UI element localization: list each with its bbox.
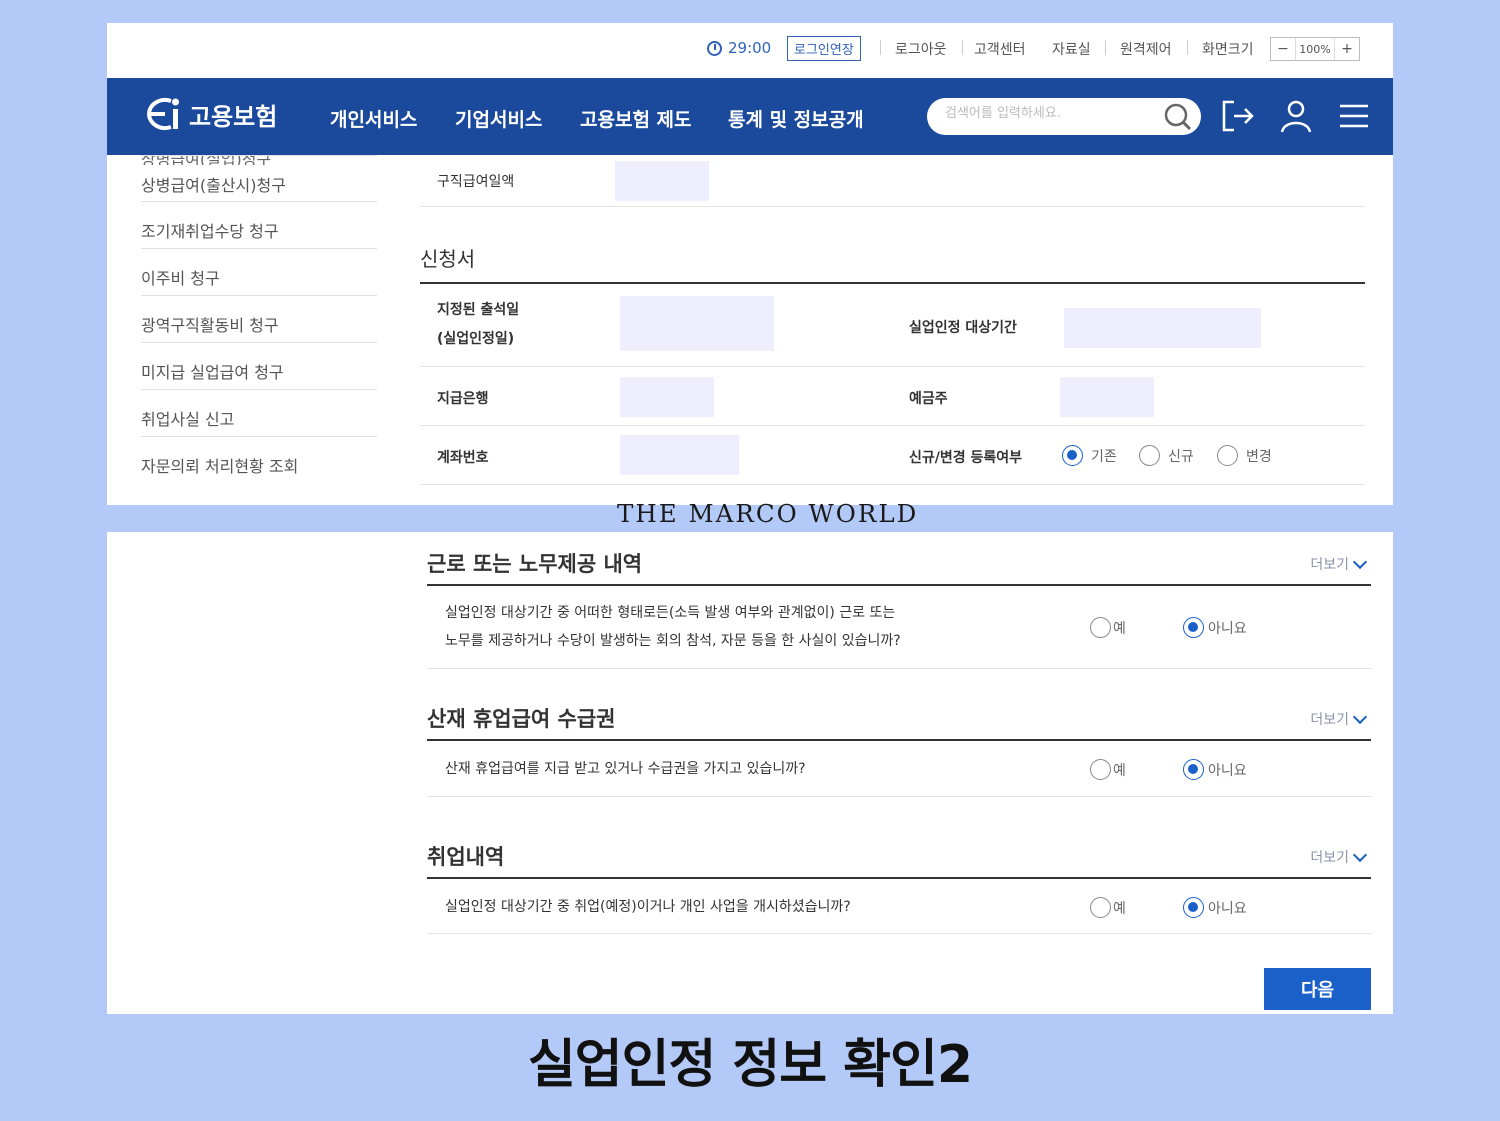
menu-personal-service[interactable]: 개인서비스: [330, 105, 417, 132]
chevron-down-icon: [1352, 554, 1368, 569]
zoom-out-button[interactable]: −: [1271, 38, 1295, 60]
period-label: 실업인정 대상기간: [909, 320, 1017, 336]
account-row: 계좌번호 신규/변경 등록여부 기존 신규 변경: [420, 426, 1365, 485]
question-text: 실업인정 대상기간 중 어떠한 형태로든(소득 발생 여부와 관계없이) 근로 …: [445, 605, 901, 649]
extend-login-button[interactable]: 로그인연장: [787, 36, 861, 61]
question-row: 실업인정 대상기간 중 취업(예정)이거나 개인 사업을 개시하셨습니까? 예 …: [427, 879, 1371, 934]
radio-button[interactable]: [1090, 617, 1111, 638]
radio-yes[interactable]: 예: [1090, 897, 1126, 918]
radio-no[interactable]: 아니요: [1183, 759, 1247, 780]
divider: [1187, 40, 1188, 55]
section-title: 근로 또는 노무제공 내역: [427, 552, 643, 576]
watermark-text: THE MARCO WORLD: [617, 500, 919, 528]
section-title: 산재 휴업급여 수급권: [427, 707, 616, 731]
more-toggle[interactable]: 더보기: [1310, 554, 1368, 574]
zoom-value: 100%: [1295, 38, 1335, 60]
radio-no[interactable]: 아니요: [1183, 897, 1247, 918]
logout-link[interactable]: 로그아웃: [895, 39, 947, 59]
zoom-control: − 100% +: [1270, 37, 1360, 61]
session-timer: 29:00: [707, 39, 771, 57]
radio-button[interactable]: [1217, 445, 1238, 466]
divider: [1105, 40, 1106, 55]
search-icon[interactable]: [1163, 102, 1193, 132]
sidebar-item-unpaid-benefit[interactable]: 미지급 실업급여 청구: [141, 343, 377, 390]
radio-change[interactable]: 변경: [1217, 445, 1272, 466]
divider: [962, 40, 963, 55]
account-number-label: 계좌번호: [437, 450, 489, 466]
zoom-in-button[interactable]: +: [1335, 38, 1359, 60]
sidebar-item-job-search-expense[interactable]: 광역구직활동비 청구: [141, 296, 377, 343]
radio-button[interactable]: [1139, 445, 1160, 466]
caption-title: 실업인정 정보 확인2: [527, 1035, 973, 1095]
account-number-value: [620, 435, 739, 475]
chevron-down-icon: [1352, 709, 1368, 724]
radio-yes[interactable]: 예: [1090, 617, 1126, 638]
section-title-application: 신청서: [420, 247, 476, 271]
more-toggle[interactable]: 더보기: [1310, 847, 1368, 867]
customer-center-link[interactable]: 고객센터: [974, 39, 1026, 59]
radio-no[interactable]: 아니요: [1183, 617, 1247, 638]
site-logo[interactable]: 고용보험: [141, 93, 277, 135]
bank-label: 지급은행: [437, 391, 489, 407]
radio-existing[interactable]: 기존: [1062, 445, 1117, 466]
bank-row: 지급은행 예금주: [420, 367, 1365, 426]
next-button[interactable]: 다음: [1264, 968, 1371, 1010]
radio-button-selected[interactable]: [1183, 617, 1204, 638]
radio-button[interactable]: [1090, 897, 1111, 918]
sidebar-item-sickness-benefit[interactable]: 상병급여(출산시)청구: [141, 155, 377, 202]
registration-type-label: 신규/변경 등록여부: [909, 450, 1023, 466]
search-input[interactable]: [945, 106, 1145, 121]
question-text: 실업인정 대상기간 중 취업(예정)이거나 개인 사업을 개시하셨습니까?: [445, 899, 851, 915]
screen-size-label: 화면크기: [1202, 42, 1254, 58]
radio-new[interactable]: 신규: [1139, 445, 1194, 466]
radio-button-selected[interactable]: [1183, 759, 1204, 780]
timer-value: 29:00: [728, 39, 772, 57]
account-holder-value: [1060, 377, 1154, 417]
logout-icon[interactable]: [1220, 98, 1256, 134]
more-toggle[interactable]: 더보기: [1310, 709, 1368, 729]
global-navigation: 고용보험 개인서비스 기업서비스 고용보험 제도 통계 및 정보공개: [107, 78, 1393, 155]
daily-amount-label: 구직급여일액: [437, 174, 515, 190]
daily-amount-row: 구직급여일액: [420, 155, 1365, 207]
sidebar-item-early-reemployment[interactable]: 조기재취업수당 청구: [141, 202, 377, 249]
question-row: 실업인정 대상기간 중 어떠한 형태로든(소득 발생 여부와 관계없이) 근로 …: [427, 586, 1371, 669]
radio-button[interactable]: [1090, 759, 1111, 780]
chevron-down-icon: [1352, 847, 1368, 862]
attendance-label: 지정된 출석일 (실업인정일): [437, 302, 520, 347]
user-icon[interactable]: [1278, 98, 1314, 134]
section-title: 취업내역: [427, 845, 505, 869]
radio-yes[interactable]: 예: [1090, 759, 1126, 780]
top-screenshot-panel: 29:00 로그인연장 로그아웃 고객센터 자료실 원격제어 화면크기 − 10…: [107, 23, 1393, 505]
sidebar-item-consult-status[interactable]: 자문의뢰 처리현황 조회: [141, 437, 377, 484]
bottom-screenshot-panel: 근로 또는 노무제공 내역 더보기 실업인정 대상기간 중 어떠한 형태로든(소…: [107, 532, 1393, 1014]
ei-logo-icon: [141, 93, 183, 135]
divider: [880, 40, 881, 55]
logo-text: 고용보험: [189, 102, 278, 131]
menu-insurance-system[interactable]: 고용보험 제도: [580, 105, 692, 132]
question-row: 산재 휴업급여를 지급 받고 있거나 수급권을 가지고 있습니까? 예 아니요: [427, 741, 1371, 797]
stopwatch-icon: [707, 40, 722, 56]
radio-button-selected[interactable]: [1062, 445, 1083, 466]
search-box: [927, 98, 1201, 135]
bank-value: [620, 377, 714, 417]
sidebar-item-employment-report[interactable]: 취업사실 신고: [141, 390, 377, 437]
menu-business-service[interactable]: 기업서비스: [455, 105, 542, 132]
sidebar-item-relocation[interactable]: 이주비 청구: [141, 249, 377, 296]
question-text: 산재 휴업급여를 지급 받고 있거나 수급권을 가지고 있습니까?: [445, 761, 806, 777]
account-holder-label: 예금주: [909, 391, 948, 407]
utility-bar: 29:00 로그인연장 로그아웃 고객센터 자료실 원격제어 화면크기 − 10…: [107, 23, 1393, 78]
radio-button-selected[interactable]: [1183, 897, 1204, 918]
menu-statistics[interactable]: 통계 및 정보공개: [728, 105, 864, 132]
daily-amount-value: [615, 161, 709, 201]
attendance-date-value: [620, 296, 774, 351]
library-link[interactable]: 자료실: [1052, 39, 1091, 59]
attendance-row: 지정된 출석일 (실업인정일) 실업인정 대상기간: [420, 284, 1365, 367]
remote-control-link[interactable]: 원격제어: [1120, 39, 1172, 59]
period-value: [1064, 308, 1261, 348]
hamburger-menu-icon[interactable]: [1336, 98, 1372, 134]
